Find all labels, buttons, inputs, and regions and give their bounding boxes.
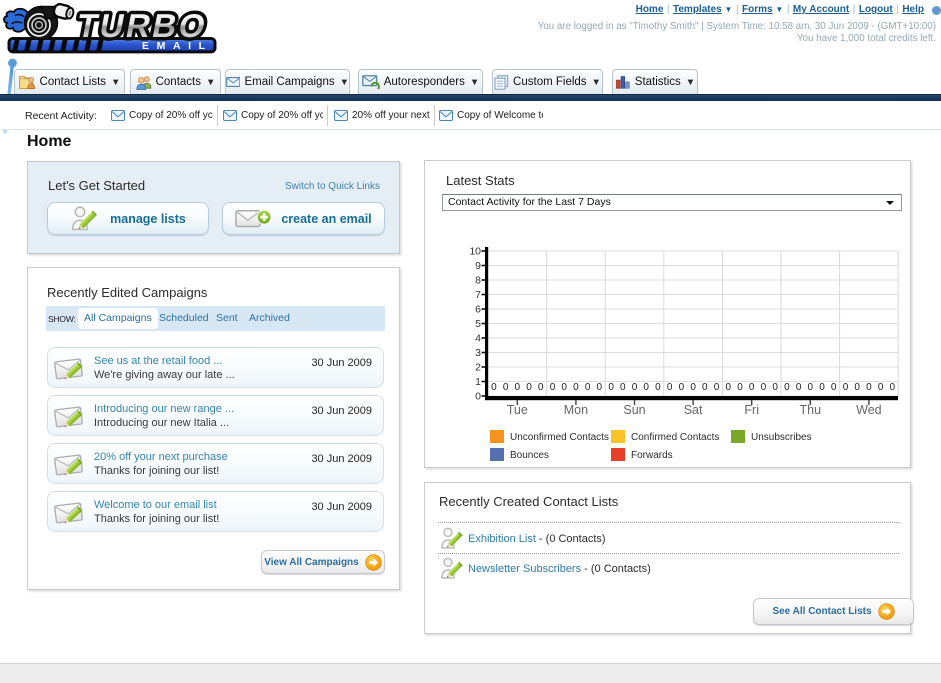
svg-text:0: 0: [690, 382, 696, 393]
svg-text:0: 0: [515, 382, 521, 393]
svg-text:7: 7: [475, 289, 481, 301]
svg-text:Wed: Wed: [856, 403, 882, 417]
svg-text:0: 0: [749, 382, 755, 393]
svg-text:Mon: Mon: [564, 403, 588, 417]
svg-text:9: 9: [475, 260, 481, 272]
svg-text:0: 0: [585, 382, 591, 393]
svg-text:0: 0: [679, 382, 685, 393]
svg-text:0: 0: [819, 382, 825, 393]
svg-text:0: 0: [475, 391, 481, 403]
svg-text:0: 0: [737, 382, 743, 393]
svg-text:Fri: Fri: [744, 403, 759, 417]
svg-text:0: 0: [608, 382, 614, 393]
svg-text:0: 0: [808, 382, 814, 393]
svg-text:0: 0: [503, 382, 509, 393]
svg-text:0: 0: [772, 382, 778, 393]
svg-text:Tue: Tue: [507, 403, 528, 417]
svg-text:0: 0: [878, 382, 884, 393]
svg-text:0: 0: [550, 382, 556, 393]
svg-text:0: 0: [714, 382, 720, 393]
svg-text:0: 0: [854, 382, 860, 393]
svg-text:0: 0: [491, 382, 497, 393]
svg-text:0: 0: [784, 382, 790, 393]
svg-text:0: 0: [843, 382, 849, 393]
svg-text:0: 0: [667, 382, 673, 393]
svg-text:0: 0: [890, 382, 896, 393]
svg-text:0: 0: [761, 382, 767, 393]
svg-text:0: 0: [831, 382, 837, 393]
svg-text:8: 8: [475, 275, 481, 287]
svg-text:0: 0: [597, 382, 603, 393]
svg-text:0: 0: [538, 382, 544, 393]
svg-text:0: 0: [526, 382, 532, 393]
svg-text:TURBO: TURBO: [74, 8, 211, 45]
svg-text:5: 5: [475, 318, 481, 330]
svg-text:0: 0: [620, 382, 626, 393]
svg-text:6: 6: [475, 304, 481, 316]
svg-text:0: 0: [655, 382, 661, 393]
svg-text:10: 10: [469, 246, 481, 258]
svg-text:2: 2: [475, 362, 481, 374]
svg-text:Sun: Sun: [623, 403, 645, 417]
svg-text:Sat: Sat: [684, 403, 703, 417]
svg-text:0: 0: [726, 382, 732, 393]
svg-text:0: 0: [702, 382, 708, 393]
svg-text:Thu: Thu: [800, 403, 822, 417]
svg-text:0: 0: [632, 382, 638, 393]
svg-text:0: 0: [796, 382, 802, 393]
svg-text:0: 0: [643, 382, 649, 393]
svg-text:4: 4: [475, 333, 481, 345]
svg-text:1: 1: [475, 376, 481, 388]
svg-text:0: 0: [561, 382, 567, 393]
svg-text:3: 3: [475, 347, 481, 359]
svg-text:0: 0: [573, 382, 579, 393]
svg-text:0: 0: [866, 382, 872, 393]
